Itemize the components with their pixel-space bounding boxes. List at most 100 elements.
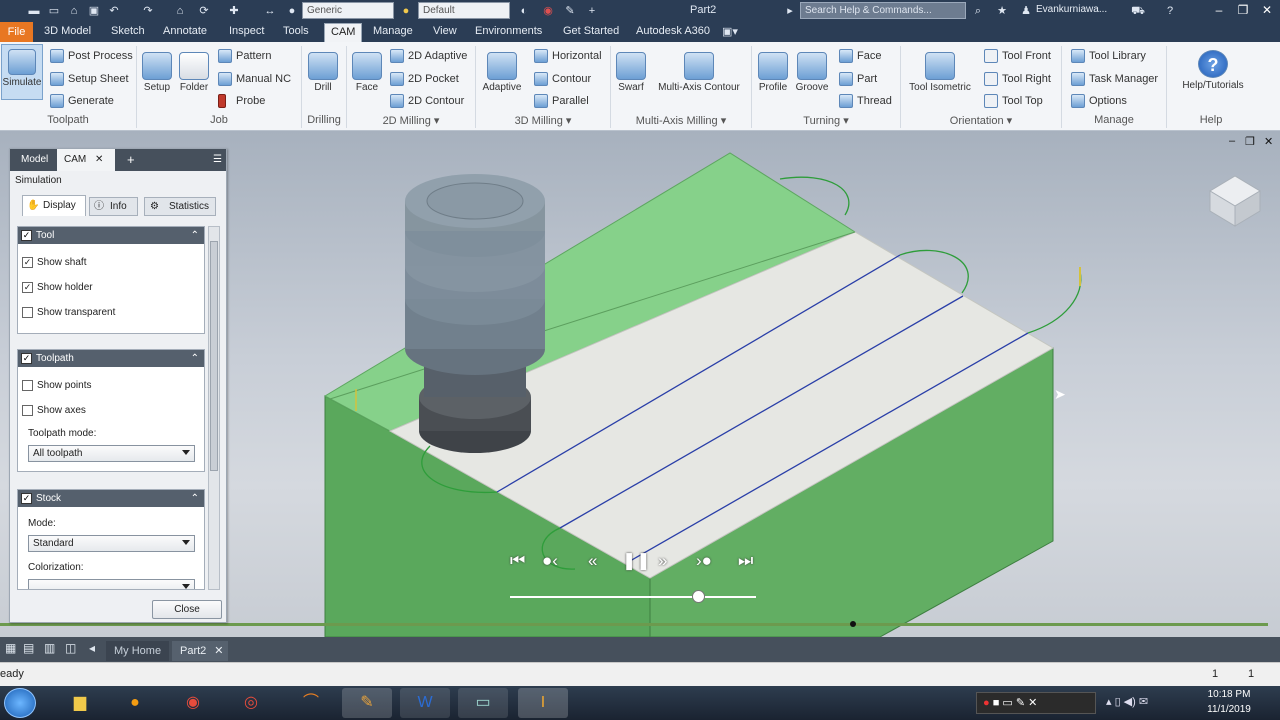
stock-section-header[interactable]: ✓ Stock ⌃ [18, 490, 204, 507]
pattern-button[interactable]: Pattern [218, 48, 271, 64]
2d-adaptive-button[interactable]: 2D Adaptive [390, 48, 467, 64]
previous-operation-icon[interactable]: ●‹ [542, 551, 558, 571]
next-operation-icon[interactable]: ›● [696, 551, 712, 571]
show-shaft-checkbox[interactable]: ✓ Show shaft [22, 257, 86, 268]
collapse-icon[interactable]: ⌃ [191, 490, 199, 507]
tool-library-button[interactable]: Tool Library [1071, 48, 1146, 64]
select-icon[interactable]: ✚ [226, 3, 242, 19]
menu-manage[interactable]: Manage [373, 25, 413, 37]
appearance-icon[interactable]: ● [398, 3, 414, 19]
toolpath-section-checkbox[interactable]: ✓ [21, 353, 32, 364]
redo-icon[interactable]: ↷ [140, 3, 156, 19]
generate-button[interactable]: Generate [50, 93, 114, 109]
scroll-left-icon[interactable]: ◂ [89, 641, 95, 655]
inventor-icon[interactable]: I [518, 688, 568, 718]
clock-date[interactable]: 11/1/2019 [1205, 704, 1253, 715]
adjust-icon[interactable]: ◉ [540, 3, 556, 19]
menu-sketch[interactable]: Sketch [111, 25, 145, 37]
group-2d-milling[interactable]: 2D Milling ▾ [347, 114, 475, 127]
tool-top-button[interactable]: Tool Top [984, 93, 1043, 109]
subtab-display[interactable]: ✋ Display [22, 195, 86, 216]
multi-axis-contour-button[interactable]: Multi-Axis Contour [650, 52, 748, 93]
show-holder-checkbox[interactable]: ✓ Show holder [22, 282, 93, 293]
panel-menu-icon[interactable]: ☰ [206, 149, 229, 171]
part-button[interactable]: Part [839, 71, 877, 87]
group-multi-axis-milling[interactable]: Multi-Axis Milling ▾ [611, 114, 751, 127]
profile-button[interactable]: Profile [755, 52, 791, 93]
group-turning[interactable]: Turning ▾ [752, 114, 900, 127]
setup-sheet-button[interactable]: Setup Sheet [50, 71, 129, 87]
horizontal-button[interactable]: Horizontal [534, 48, 602, 64]
toolpath-section-header[interactable]: ✓ Toolpath ⌃ [18, 350, 204, 367]
appearance-select[interactable]: Default [418, 2, 510, 19]
add-tab-icon[interactable]: + [120, 149, 142, 171]
home-icon[interactable]: ⌂ [172, 3, 188, 19]
drill-button[interactable]: Drill [306, 52, 340, 93]
cart-icon[interactable]: ⛟ [1130, 3, 1146, 19]
favorite-icon[interactable]: ★ [994, 3, 1010, 19]
menu-cam[interactable]: CAM [324, 23, 363, 42]
2d-pocket-button[interactable]: 2D Pocket [390, 71, 459, 87]
options-button[interactable]: Options [1071, 93, 1127, 109]
recording-toolbar[interactable]: ● ■ ▭ ✎ ✕ [976, 692, 1096, 714]
help-icon[interactable]: ? [1162, 3, 1178, 19]
window-app-icon[interactable]: ▭ [458, 688, 508, 718]
colorization-select[interactable] [28, 579, 195, 589]
show-axes-checkbox[interactable]: Show axes [22, 405, 86, 416]
turning-face-button[interactable]: Face [839, 48, 881, 64]
timeline-marker[interactable] [850, 621, 856, 627]
clear-icon[interactable]: ◐ [516, 3, 532, 19]
cam-app-icon[interactable]: ✎ [342, 688, 392, 718]
app-arc-icon[interactable]: ⌒ [286, 688, 336, 718]
setup-button[interactable]: Setup [141, 52, 173, 93]
group-orientation[interactable]: Orientation ▾ [901, 114, 1061, 127]
tool-section-checkbox[interactable]: ✓ [21, 230, 32, 241]
timeline-bar[interactable] [0, 623, 1268, 626]
cascade-icon[interactable]: ▤ [23, 641, 34, 655]
face-button[interactable]: Face [350, 52, 384, 93]
collapse-icon[interactable]: ⌃ [191, 227, 199, 244]
tile-icon[interactable]: ▦ [5, 641, 16, 655]
measure-icon[interactable]: ↔ [262, 3, 278, 19]
menu-tools[interactable]: Tools [283, 25, 309, 37]
new-icon[interactable]: ▭ [46, 3, 62, 19]
doc-tab-my-home[interactable]: My Home [106, 641, 170, 661]
menu-get-started[interactable]: Get Started [563, 25, 619, 37]
arrange-icon[interactable]: ▥ [44, 641, 55, 655]
tool-isometric-button[interactable]: Tool Isometric [904, 52, 976, 93]
playback-slider-handle[interactable] [692, 590, 705, 603]
word-icon[interactable]: W [400, 688, 450, 718]
group-3d-milling[interactable]: 3D Milling ▾ [476, 114, 610, 127]
folder-button[interactable]: Folder [176, 52, 212, 93]
menu-file[interactable]: File [0, 22, 33, 42]
tab-model[interactable]: Model [14, 149, 55, 171]
adaptive-button[interactable]: Adaptive [480, 52, 524, 93]
swarf-button[interactable]: Swarf [614, 52, 648, 93]
simulate-button[interactable]: Simulate [1, 44, 43, 100]
menu-annotate[interactable]: Annotate [163, 25, 207, 37]
viewport-restore-icon[interactable]: ❐ [1245, 135, 1255, 148]
close-tab-icon[interactable]: ✕ [95, 154, 103, 165]
contour-button[interactable]: Contour [534, 71, 591, 87]
tool-section-header[interactable]: ✓ Tool ⌃ [18, 227, 204, 244]
close-tab-icon[interactable]: ✕ [214, 645, 223, 657]
skip-to-start-icon[interactable]: ⏮ [510, 551, 525, 571]
search-input[interactable]: Search Help & Commands... [800, 2, 966, 19]
user-name[interactable]: Evankurniawa... [1036, 4, 1107, 15]
search-arrow-icon[interactable]: ▸ [782, 3, 798, 19]
clock-time[interactable]: 10:18 PM [1205, 689, 1253, 700]
restore-button[interactable]: ❐ [1232, 2, 1254, 19]
close-button[interactable]: Close [152, 600, 222, 619]
menu-view[interactable]: View [433, 25, 457, 37]
playback-slider[interactable] [510, 596, 756, 598]
2d-contour-button[interactable]: 2D Contour [390, 93, 464, 109]
media-player-icon[interactable]: ● [110, 688, 160, 718]
menu-3d-model[interactable]: 3D Model [44, 25, 91, 37]
scrollbar-thumb[interactable] [210, 241, 218, 471]
open-icon[interactable]: ⌂ [66, 3, 82, 19]
step-forward-icon[interactable]: » [658, 551, 667, 571]
task-manager-button[interactable]: Task Manager [1071, 71, 1158, 87]
tray-icons[interactable]: ▴ ▯ ◀) ✉ [1106, 695, 1148, 708]
show-points-checkbox[interactable]: Show points [22, 380, 91, 391]
tool-front-button[interactable]: Tool Front [984, 48, 1051, 64]
